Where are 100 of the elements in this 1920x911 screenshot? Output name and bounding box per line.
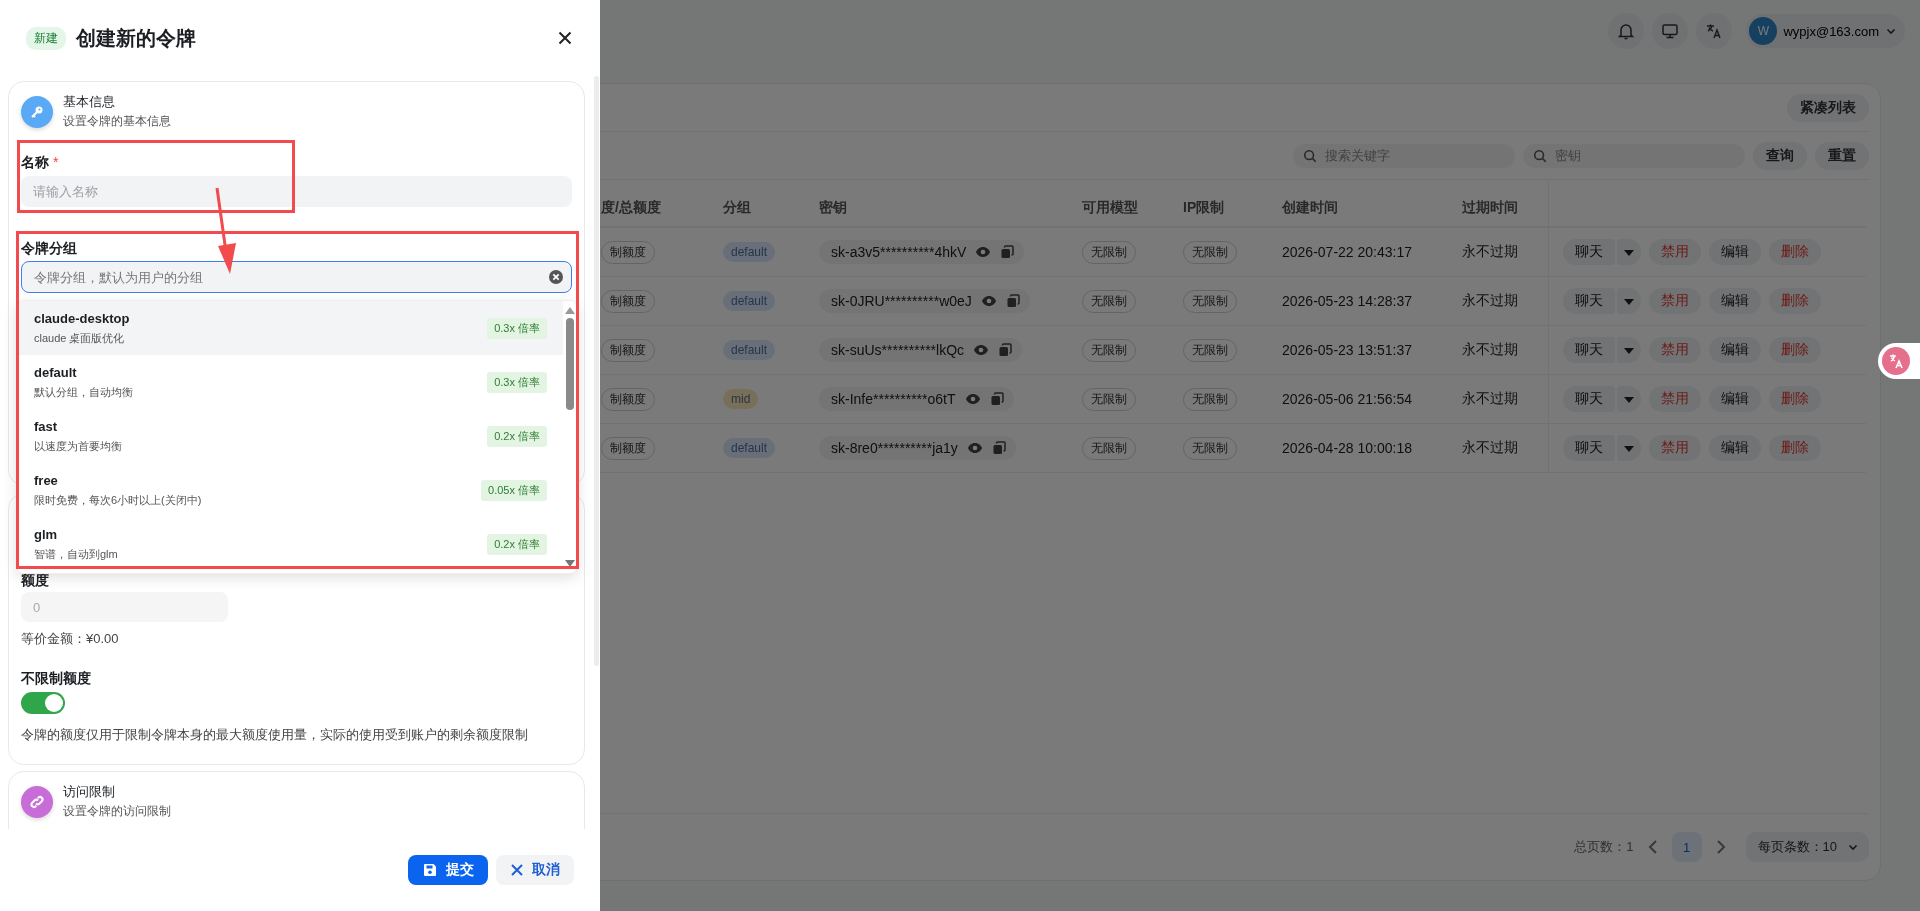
section-subtitle: 设置令牌的基本信息 bbox=[63, 113, 171, 130]
display-button[interactable] bbox=[1652, 13, 1689, 49]
action-button[interactable]: 禁用 bbox=[1649, 239, 1701, 265]
page-size-select[interactable]: 每页条数：10 bbox=[1745, 832, 1869, 862]
column-header: 分组 bbox=[723, 199, 751, 217]
chat-menu-button[interactable] bbox=[1617, 288, 1641, 314]
action-button[interactable]: 禁用 bbox=[1649, 288, 1701, 314]
search-icon bbox=[1533, 148, 1547, 163]
chevron-left-icon bbox=[1647, 839, 1658, 855]
expire-time: 永不过期 bbox=[1462, 292, 1518, 310]
eye-icon[interactable] bbox=[973, 344, 990, 356]
ratio-tag: 0.3x 倍率 bbox=[487, 371, 547, 393]
compact-list-button[interactable]: 紧凑列表 bbox=[1787, 93, 1869, 122]
name-field[interactable]: 请输入名称 bbox=[21, 176, 572, 207]
created-time: 2026-07-22 20:43:17 bbox=[1282, 244, 1412, 260]
eye-icon[interactable] bbox=[975, 246, 992, 258]
group-name: claude-desktop bbox=[34, 310, 130, 326]
field-label: 名称 * bbox=[21, 154, 60, 170]
column-header: 过期时间 bbox=[1462, 199, 1518, 217]
save-icon bbox=[422, 862, 438, 878]
chat-menu-button[interactable] bbox=[1617, 239, 1641, 265]
chat-button[interactable]: 聊天 bbox=[1563, 239, 1615, 265]
action-button[interactable]: 编辑 bbox=[1709, 239, 1761, 265]
field-label: 令牌分组 bbox=[21, 240, 78, 256]
bell-icon bbox=[1617, 22, 1636, 40]
group-description: 默认分组，自动均衡 bbox=[34, 384, 133, 400]
clear-icon[interactable] bbox=[548, 269, 564, 285]
group-description: 以速度为首要均衡 bbox=[34, 438, 122, 454]
group-option[interactable]: default 默认分组，自动均衡 0.3x 倍率 bbox=[17, 355, 563, 409]
eye-icon[interactable] bbox=[964, 393, 981, 405]
scrollbar[interactable] bbox=[594, 76, 599, 666]
copy-icon[interactable] bbox=[991, 441, 1006, 455]
chat-menu-button[interactable] bbox=[1617, 386, 1641, 412]
group-name: glm bbox=[34, 526, 59, 542]
user-menu[interactable]: W wypjx@163.com bbox=[1746, 14, 1905, 48]
field-label: 额度 bbox=[21, 572, 50, 588]
toolbar-button[interactable]: 查询 bbox=[1753, 141, 1807, 170]
ratio-tag: 0.3x 倍率 bbox=[487, 317, 547, 339]
chat-button[interactable]: 聊天 bbox=[1563, 386, 1615, 412]
chat-button[interactable]: 聊天 bbox=[1563, 288, 1615, 314]
translate-float-button[interactable] bbox=[1878, 343, 1920, 379]
ratio-tag: 0.2x 倍率 bbox=[487, 425, 547, 447]
action-button[interactable]: 编辑 bbox=[1709, 337, 1761, 363]
copy-icon[interactable] bbox=[989, 392, 1004, 406]
equivalent-amount: 等价金额：¥0.00 bbox=[21, 630, 120, 648]
eye-icon[interactable] bbox=[980, 295, 997, 307]
submit-button[interactable]: 提交 bbox=[408, 855, 488, 885]
action-button[interactable]: 禁用 bbox=[1649, 435, 1701, 461]
caret-down-icon bbox=[1623, 298, 1635, 306]
group-name: free bbox=[34, 472, 59, 488]
created-time: 2026-05-23 14:28:37 bbox=[1282, 293, 1412, 309]
chat-button[interactable]: 聊天 bbox=[1563, 337, 1615, 363]
action-button[interactable]: 删除 bbox=[1769, 435, 1821, 461]
action-button[interactable]: 删除 bbox=[1769, 239, 1821, 265]
action-button[interactable]: 编辑 bbox=[1709, 435, 1761, 461]
chevron-right-icon bbox=[1715, 839, 1726, 855]
scroll-up-icon[interactable] bbox=[565, 307, 575, 314]
expire-time: 永不过期 bbox=[1462, 243, 1518, 261]
group-description: 限时免费，每次6小时以上(关闭中) bbox=[34, 492, 202, 508]
group-tag: default bbox=[723, 340, 776, 360]
cancel-button[interactable]: 取消 bbox=[496, 855, 574, 885]
action-button[interactable]: 删除 bbox=[1769, 337, 1821, 363]
total-pages: 总页数：1 bbox=[1574, 838, 1634, 856]
group-tag: default bbox=[723, 242, 776, 262]
copy-icon[interactable] bbox=[1005, 294, 1020, 308]
action-button[interactable]: 编辑 bbox=[1709, 386, 1761, 412]
expire-time: 永不过期 bbox=[1462, 390, 1518, 408]
copy-icon[interactable] bbox=[1000, 245, 1015, 259]
language-button[interactable] bbox=[1696, 13, 1733, 49]
chat-button[interactable]: 聊天 bbox=[1563, 435, 1615, 461]
column-header: IP限制 bbox=[1183, 199, 1225, 217]
scroll-down-icon[interactable] bbox=[565, 560, 575, 567]
column-header: 密钥 bbox=[819, 199, 847, 217]
action-button[interactable]: 禁用 bbox=[1649, 386, 1701, 412]
drawer-title: 创建新的令牌 bbox=[76, 25, 196, 51]
column-header: 创建时间 bbox=[1282, 199, 1338, 217]
caret-down-icon bbox=[1623, 445, 1635, 453]
group-tag: mid bbox=[723, 389, 759, 409]
group-select[interactable]: 令牌分组，默认为用户的分组 bbox=[21, 261, 572, 293]
scrollbar-thumb[interactable] bbox=[566, 318, 574, 410]
chat-menu-button[interactable] bbox=[1617, 435, 1641, 461]
action-button[interactable]: 删除 bbox=[1769, 288, 1821, 314]
eye-icon[interactable] bbox=[966, 442, 983, 454]
action-button[interactable]: 编辑 bbox=[1709, 288, 1761, 314]
copy-icon[interactable] bbox=[998, 343, 1013, 357]
api-key-text: sk-a3v5**********4hkV bbox=[831, 244, 967, 260]
new-tag: 新建 bbox=[26, 26, 66, 50]
page-button[interactable]: 1 bbox=[1671, 832, 1702, 862]
group-option[interactable]: fast 以速度为首要均衡 0.2x 倍率 bbox=[17, 409, 563, 463]
group-tag: default bbox=[723, 438, 776, 458]
translate-icon bbox=[1705, 22, 1724, 40]
group-name: default bbox=[34, 364, 78, 380]
notification-button[interactable] bbox=[1608, 13, 1645, 49]
toolbar-button[interactable]: 重置 bbox=[1815, 141, 1869, 170]
field-label: 不限制额度 bbox=[21, 670, 92, 686]
action-button[interactable]: 禁用 bbox=[1649, 337, 1701, 363]
chat-menu-button[interactable] bbox=[1617, 337, 1641, 363]
action-button[interactable]: 删除 bbox=[1769, 386, 1821, 412]
toggle-switch[interactable] bbox=[21, 692, 65, 714]
group-option[interactable]: claude-desktop claude 桌面版优化 0.3x 倍率 bbox=[17, 301, 563, 355]
